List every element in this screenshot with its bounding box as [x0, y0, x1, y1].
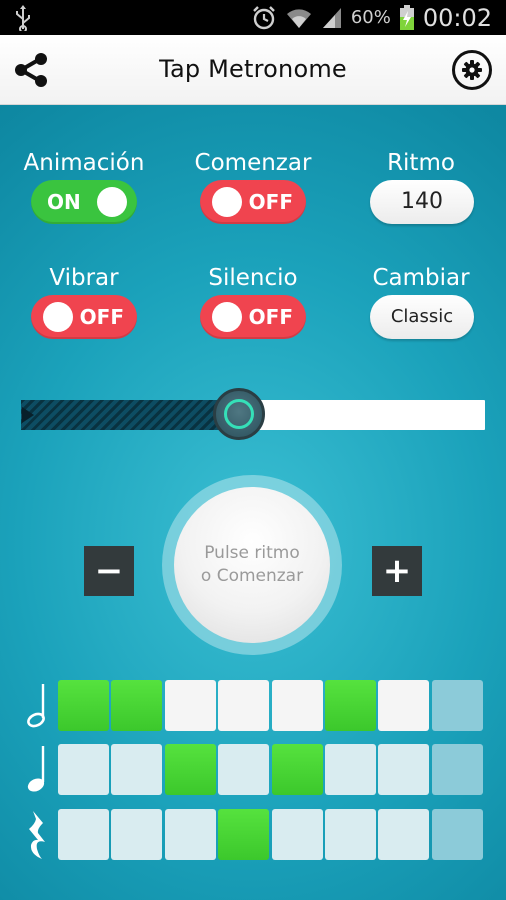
vibrate-toggle[interactable]: OFF — [31, 295, 137, 339]
beat-cell[interactable] — [325, 744, 376, 795]
battery-charging-icon — [399, 4, 414, 30]
quarter-rest-icon — [24, 809, 52, 861]
signal-icon — [322, 7, 341, 28]
usb-icon — [16, 5, 30, 31]
beat-cell[interactable] — [272, 809, 323, 860]
decrease-button[interactable]: − — [84, 546, 134, 596]
beat-cell[interactable] — [378, 744, 429, 795]
tempo-field[interactable]: 140 — [370, 180, 474, 224]
sound-style-button[interactable]: Classic — [370, 295, 474, 339]
beat-cell[interactable] — [218, 680, 269, 731]
beat-cell[interactable] — [111, 744, 162, 795]
toggle-knob — [43, 302, 73, 332]
half-note-icon — [24, 680, 52, 732]
beat-cell[interactable] — [111, 680, 162, 731]
beat-cell[interactable] — [272, 680, 323, 731]
gear-icon — [462, 60, 482, 80]
beat-cell[interactable] — [218, 744, 269, 795]
toggle-knob — [212, 187, 242, 217]
beat-cell[interactable] — [325, 680, 376, 731]
toggle-knob — [212, 302, 242, 332]
toggle-knob — [97, 187, 127, 217]
clock: 00:02 — [422, 3, 492, 32]
tap-line-1: Pulse ritmo — [204, 543, 300, 563]
silence-label: Silencio — [208, 265, 298, 291]
alarm-icon — [252, 5, 275, 29]
wifi-icon — [286, 8, 311, 28]
vibrate-toggle-state: OFF — [79, 305, 124, 329]
tempo-label: Ritmo — [387, 150, 455, 176]
quarter-note-icon — [24, 744, 52, 796]
app-bar: Tap Metronome — [0, 35, 506, 105]
beat-cell[interactable] — [165, 680, 216, 731]
silence-toggle[interactable]: OFF — [200, 295, 306, 339]
beat-row — [0, 680, 506, 732]
beat-cell[interactable] — [165, 809, 216, 860]
battery-percent: 60% — [350, 7, 391, 28]
slider-start-arrow-icon — [22, 407, 34, 423]
beat-row — [0, 744, 506, 796]
beat-cell[interactable] — [432, 744, 483, 795]
silence-toggle-state: OFF — [248, 305, 293, 329]
change-label: Cambiar — [372, 265, 470, 291]
beat-cell[interactable] — [325, 809, 376, 860]
main-panel: Animación Comenzar Ritmo ON OFF 140 Vibr… — [0, 105, 506, 900]
beat-cell[interactable] — [432, 809, 483, 860]
beat-cell[interactable] — [432, 680, 483, 731]
tap-button[interactable]: Pulse ritmo o Comenzar — [174, 487, 330, 643]
beat-cell[interactable] — [58, 744, 109, 795]
start-label: Comenzar — [194, 150, 312, 176]
slider-thumb[interactable] — [213, 388, 265, 440]
beat-cell[interactable] — [378, 680, 429, 731]
start-toggle-state: OFF — [248, 190, 293, 214]
tap-button-ring: Pulse ritmo o Comenzar — [162, 475, 342, 655]
tempo-slider[interactable] — [21, 388, 485, 440]
page-title: Tap Metronome — [159, 55, 347, 83]
animation-label: Animación — [23, 150, 145, 176]
start-toggle[interactable]: OFF — [200, 180, 306, 224]
vibrate-label: Vibrar — [49, 265, 119, 291]
beat-cell[interactable] — [272, 744, 323, 795]
beat-cell[interactable] — [378, 809, 429, 860]
beat-cell[interactable] — [111, 809, 162, 860]
slider-fill — [21, 400, 239, 430]
beat-cell[interactable] — [218, 809, 269, 860]
beat-row — [0, 809, 506, 861]
beat-cell[interactable] — [58, 809, 109, 860]
tap-line-2: o Comenzar — [200, 566, 304, 586]
increase-button[interactable]: + — [372, 546, 422, 596]
settings-button[interactable] — [452, 50, 492, 90]
beat-cell[interactable] — [165, 744, 216, 795]
animation-toggle[interactable]: ON — [31, 180, 137, 224]
beat-cell[interactable] — [58, 680, 109, 731]
slider-thumb-ring — [224, 399, 254, 429]
animation-toggle-state: ON — [47, 190, 81, 214]
status-bar: 60% 00:02 — [0, 0, 506, 35]
